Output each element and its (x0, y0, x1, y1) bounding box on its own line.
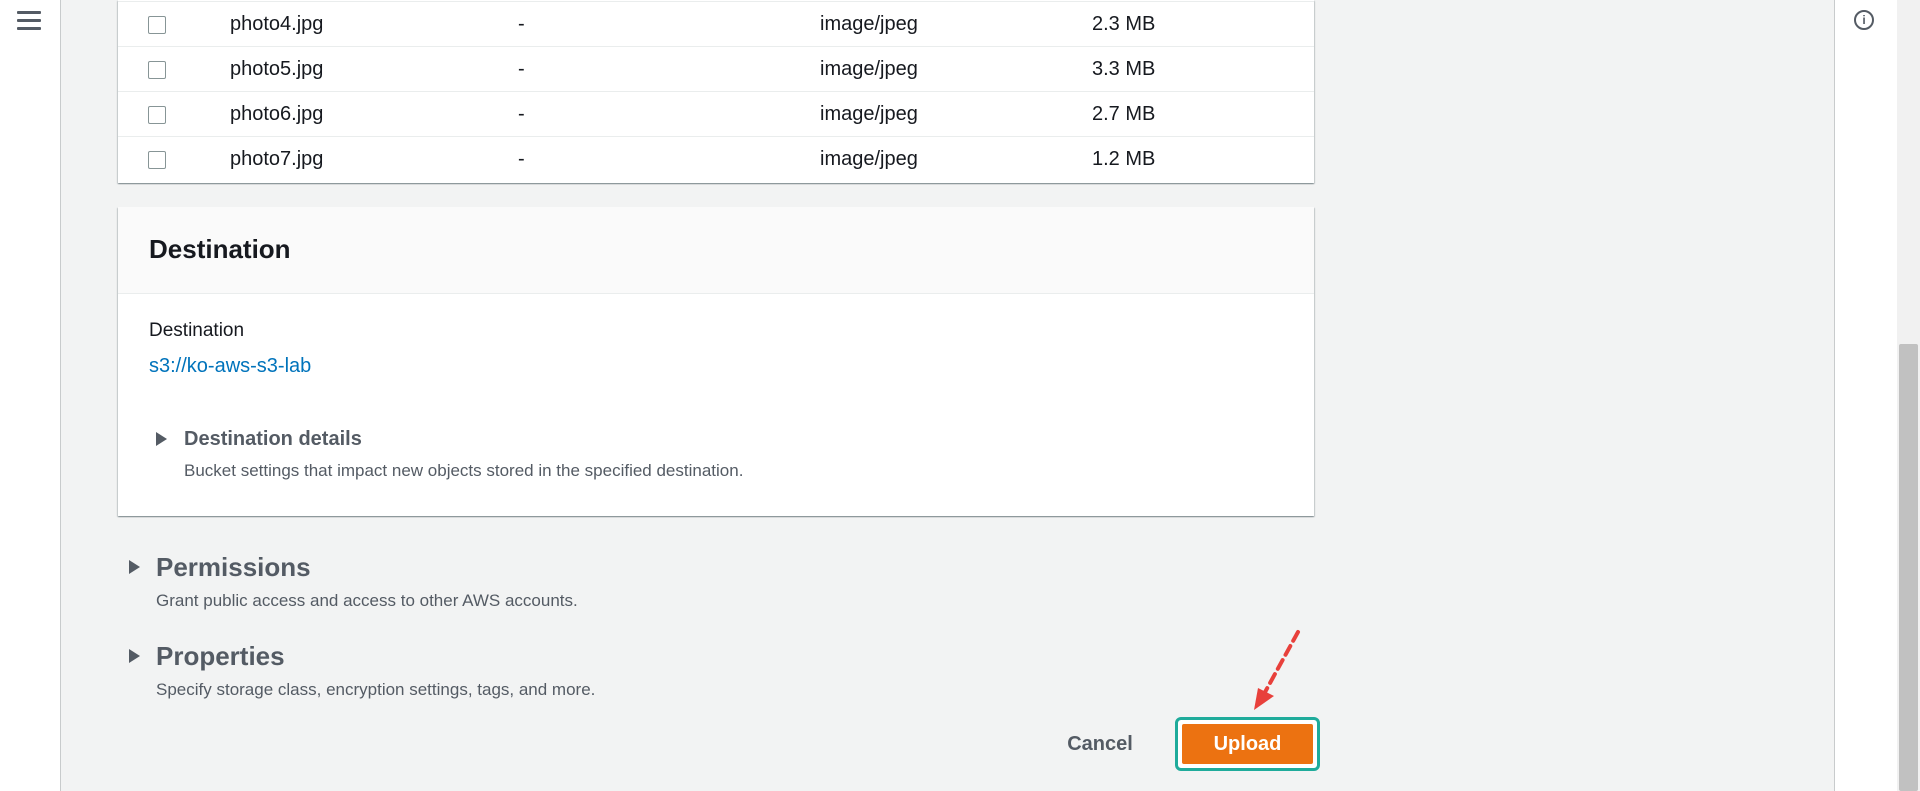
permissions-desc: Grant public access and access to other … (156, 591, 578, 610)
destination-label: Destination (149, 320, 245, 341)
file-name: photo7.jpg (230, 148, 324, 170)
row-checkbox[interactable] (148, 16, 166, 34)
file-type: image/jpeg (820, 58, 918, 80)
properties-desc: Specify storage class, encryption settin… (156, 680, 596, 699)
file-size: 2.7 MB (1092, 103, 1156, 125)
files-table: photo4.jpg - image/jpeg 2.3 MB photo5.jp… (118, 0, 1314, 183)
upload-button-highlight: Upload (1175, 717, 1320, 771)
file-name: photo5.jpg (230, 58, 324, 80)
destination-bucket-link[interactable]: s3://ko-aws-s3-lab (149, 355, 311, 378)
file-folder: - (518, 13, 525, 35)
caret-right-icon (129, 560, 140, 574)
file-name: photo4.jpg (230, 13, 324, 35)
file-folder: - (518, 58, 525, 80)
file-type: image/jpeg (820, 103, 918, 125)
file-size: 1.2 MB (1092, 148, 1156, 170)
file-name: photo6.jpg (230, 103, 324, 125)
permissions-title: Permissions (156, 552, 311, 582)
cancel-button[interactable]: Cancel (1052, 727, 1148, 761)
properties-title: Properties (156, 641, 285, 671)
upload-button[interactable]: Upload (1182, 724, 1313, 764)
row-checkbox[interactable] (148, 106, 166, 124)
destination-title: Destination (149, 234, 291, 264)
row-checkbox[interactable] (148, 61, 166, 79)
table-row: photo5.jpg - image/jpeg 3.3 MB (118, 46, 1314, 91)
permissions-expander[interactable]: Permissions Grant public access and acce… (129, 552, 729, 614)
file-type: image/jpeg (820, 148, 918, 170)
annotation-arrow-icon (1254, 630, 1300, 710)
destination-details-desc: Bucket settings that impact new objects … (184, 461, 744, 480)
hamburger-menu-icon[interactable] (17, 10, 41, 32)
row-checkbox[interactable] (148, 151, 166, 169)
destination-panel: Destination Destination s3://ko-aws-s3-l… (118, 207, 1314, 516)
destination-panel-header: Destination (118, 207, 1314, 294)
info-circle-icon[interactable]: i (1854, 10, 1874, 30)
page-scrollbar-thumb[interactable] (1899, 344, 1918, 791)
file-size: 2.3 MB (1092, 13, 1156, 35)
table-row: photo4.jpg - image/jpeg 2.3 MB (118, 1, 1314, 46)
file-folder: - (518, 148, 525, 170)
file-folder: - (518, 103, 525, 125)
file-size: 3.3 MB (1092, 58, 1156, 80)
destination-details-expander[interactable]: Destination details Bucket settings that… (156, 425, 756, 485)
table-row: photo7.jpg - image/jpeg 1.2 MB (118, 136, 1314, 181)
left-navigation-rail (0, 0, 61, 791)
file-type: image/jpeg (820, 13, 918, 35)
destination-details-title: Destination details (184, 428, 362, 450)
table-row: photo6.jpg - image/jpeg 2.7 MB (118, 91, 1314, 136)
properties-expander[interactable]: Properties Specify storage class, encryp… (129, 641, 729, 703)
caret-right-icon (129, 649, 140, 663)
caret-right-icon (156, 432, 167, 446)
